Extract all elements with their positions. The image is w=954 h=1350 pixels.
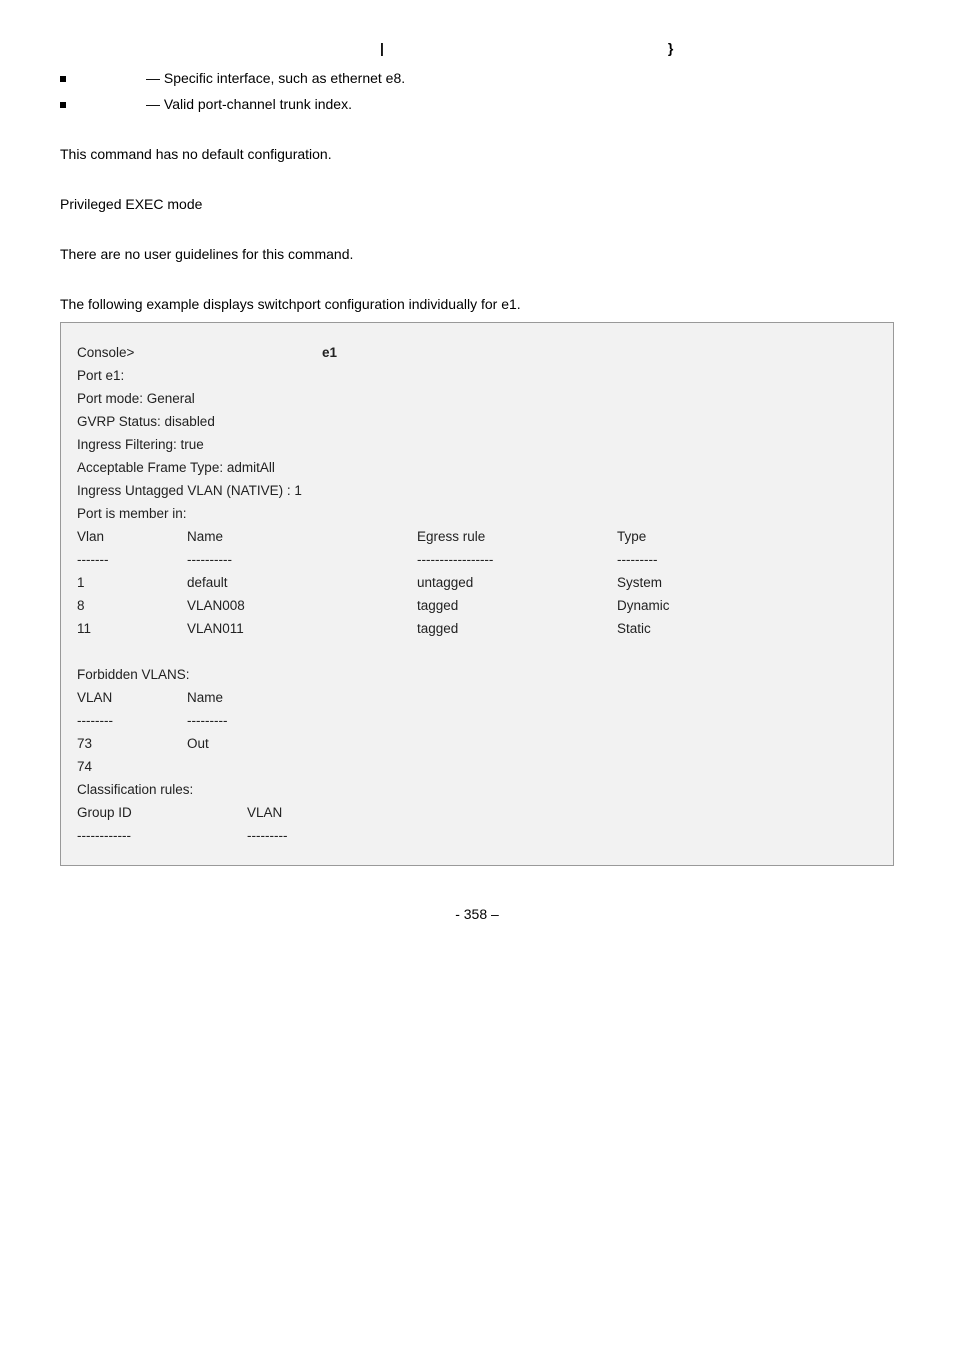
forbidden-header-row: VLAN Name — [77, 690, 877, 705]
bullet-text: — Specific interface, such as ethernet e… — [146, 70, 405, 86]
cell: 11 — [77, 621, 187, 636]
cell: 74 — [77, 759, 187, 774]
cell: Static — [617, 621, 757, 636]
output-line: Ingress Untagged VLAN (NATIVE) : 1 — [77, 483, 877, 498]
cell: default — [187, 575, 417, 590]
cell: System — [617, 575, 757, 590]
classification-sep-row: ------------ --------- — [77, 828, 877, 843]
bullet-item: — Valid port-channel trunk index. — [60, 96, 894, 112]
example-box: Console> e1 Port e1: Port mode: General … — [60, 322, 894, 866]
syntax-pipe: | — [380, 40, 384, 56]
col-group: Group ID — [77, 805, 247, 820]
col-egress: Egress rule — [417, 529, 617, 544]
table-sep-row: ------- ---------- ----------------- ---… — [77, 552, 877, 567]
cell: Dynamic — [617, 598, 757, 613]
table-row: 8 VLAN008 tagged Dynamic — [77, 598, 877, 613]
output-line: Port is member in: — [77, 506, 877, 521]
sep: --------- — [247, 828, 397, 843]
classification-title: Classification rules: — [77, 782, 877, 797]
forbidden-title: Forbidden VLANS: — [77, 667, 877, 682]
cell: 8 — [77, 598, 187, 613]
console-prompt: Console> — [77, 345, 134, 360]
table-row: 11 VLAN011 tagged Static — [77, 621, 877, 636]
output-line: Port e1: — [77, 368, 877, 383]
table-row: 1 default untagged System — [77, 575, 877, 590]
bullet-item: — Specific interface, such as ethernet e… — [60, 70, 894, 86]
cell: VLAN008 — [187, 598, 417, 613]
cell: VLAN011 — [187, 621, 417, 636]
default-config-text: This command has no default configuratio… — [60, 146, 894, 162]
sep: --------- — [187, 713, 387, 728]
sep: ------- — [77, 552, 187, 567]
bullet-text: — Valid port-channel trunk index. — [146, 96, 352, 112]
sep: ----------------- — [417, 552, 617, 567]
sep: ------------ — [77, 828, 247, 843]
cell: 73 — [77, 736, 187, 751]
bullet-icon — [60, 102, 66, 108]
cell: tagged — [417, 621, 617, 636]
col-type: Type — [617, 529, 757, 544]
classification-header-row: Group ID VLAN — [77, 805, 877, 820]
console-line: Console> e1 — [77, 345, 877, 360]
command-mode-section: Privileged EXEC mode — [60, 196, 894, 212]
col-vlan: VLAN — [77, 690, 187, 705]
guidelines-section: There are no user guidelines for this co… — [60, 246, 894, 262]
bullet-icon — [60, 76, 66, 82]
cell — [187, 759, 387, 774]
syntax-fragment: | } — [60, 40, 894, 56]
example-section: The following example displays switchpor… — [60, 296, 894, 866]
console-cmd-arg: e1 — [322, 345, 337, 360]
col-name: Name — [187, 690, 387, 705]
forbidden-sep-row: -------- --------- — [77, 713, 877, 728]
col-vlan: VLAN — [247, 805, 397, 820]
output-line: Ingress Filtering: true — [77, 437, 877, 452]
cell: Out — [187, 736, 387, 751]
example-intro: The following example displays switchpor… — [60, 296, 894, 312]
cell: untagged — [417, 575, 617, 590]
parameter-bullets: — Specific interface, such as ethernet e… — [60, 70, 894, 112]
sep: --------- — [617, 552, 757, 567]
page-number: - 358 – — [60, 906, 894, 922]
table-header-row: Vlan Name Egress rule Type — [77, 529, 877, 544]
forbidden-row: 74 — [77, 759, 877, 774]
cell: tagged — [417, 598, 617, 613]
guidelines-text: There are no user guidelines for this co… — [60, 246, 894, 262]
output-line: Acceptable Frame Type: admitAll — [77, 460, 877, 475]
col-vlan: Vlan — [77, 529, 187, 544]
cell: 1 — [77, 575, 187, 590]
sep: ---------- — [187, 552, 417, 567]
col-name: Name — [187, 529, 417, 544]
command-mode-text: Privileged EXEC mode — [60, 196, 894, 212]
output-line: Port mode: General — [77, 391, 877, 406]
output-line: GVRP Status: disabled — [77, 414, 877, 429]
blank-line — [77, 644, 877, 659]
syntax-close-brace: } — [668, 40, 673, 56]
sep: -------- — [77, 713, 187, 728]
forbidden-row: 73 Out — [77, 736, 877, 751]
default-config-section: This command has no default configuratio… — [60, 146, 894, 162]
